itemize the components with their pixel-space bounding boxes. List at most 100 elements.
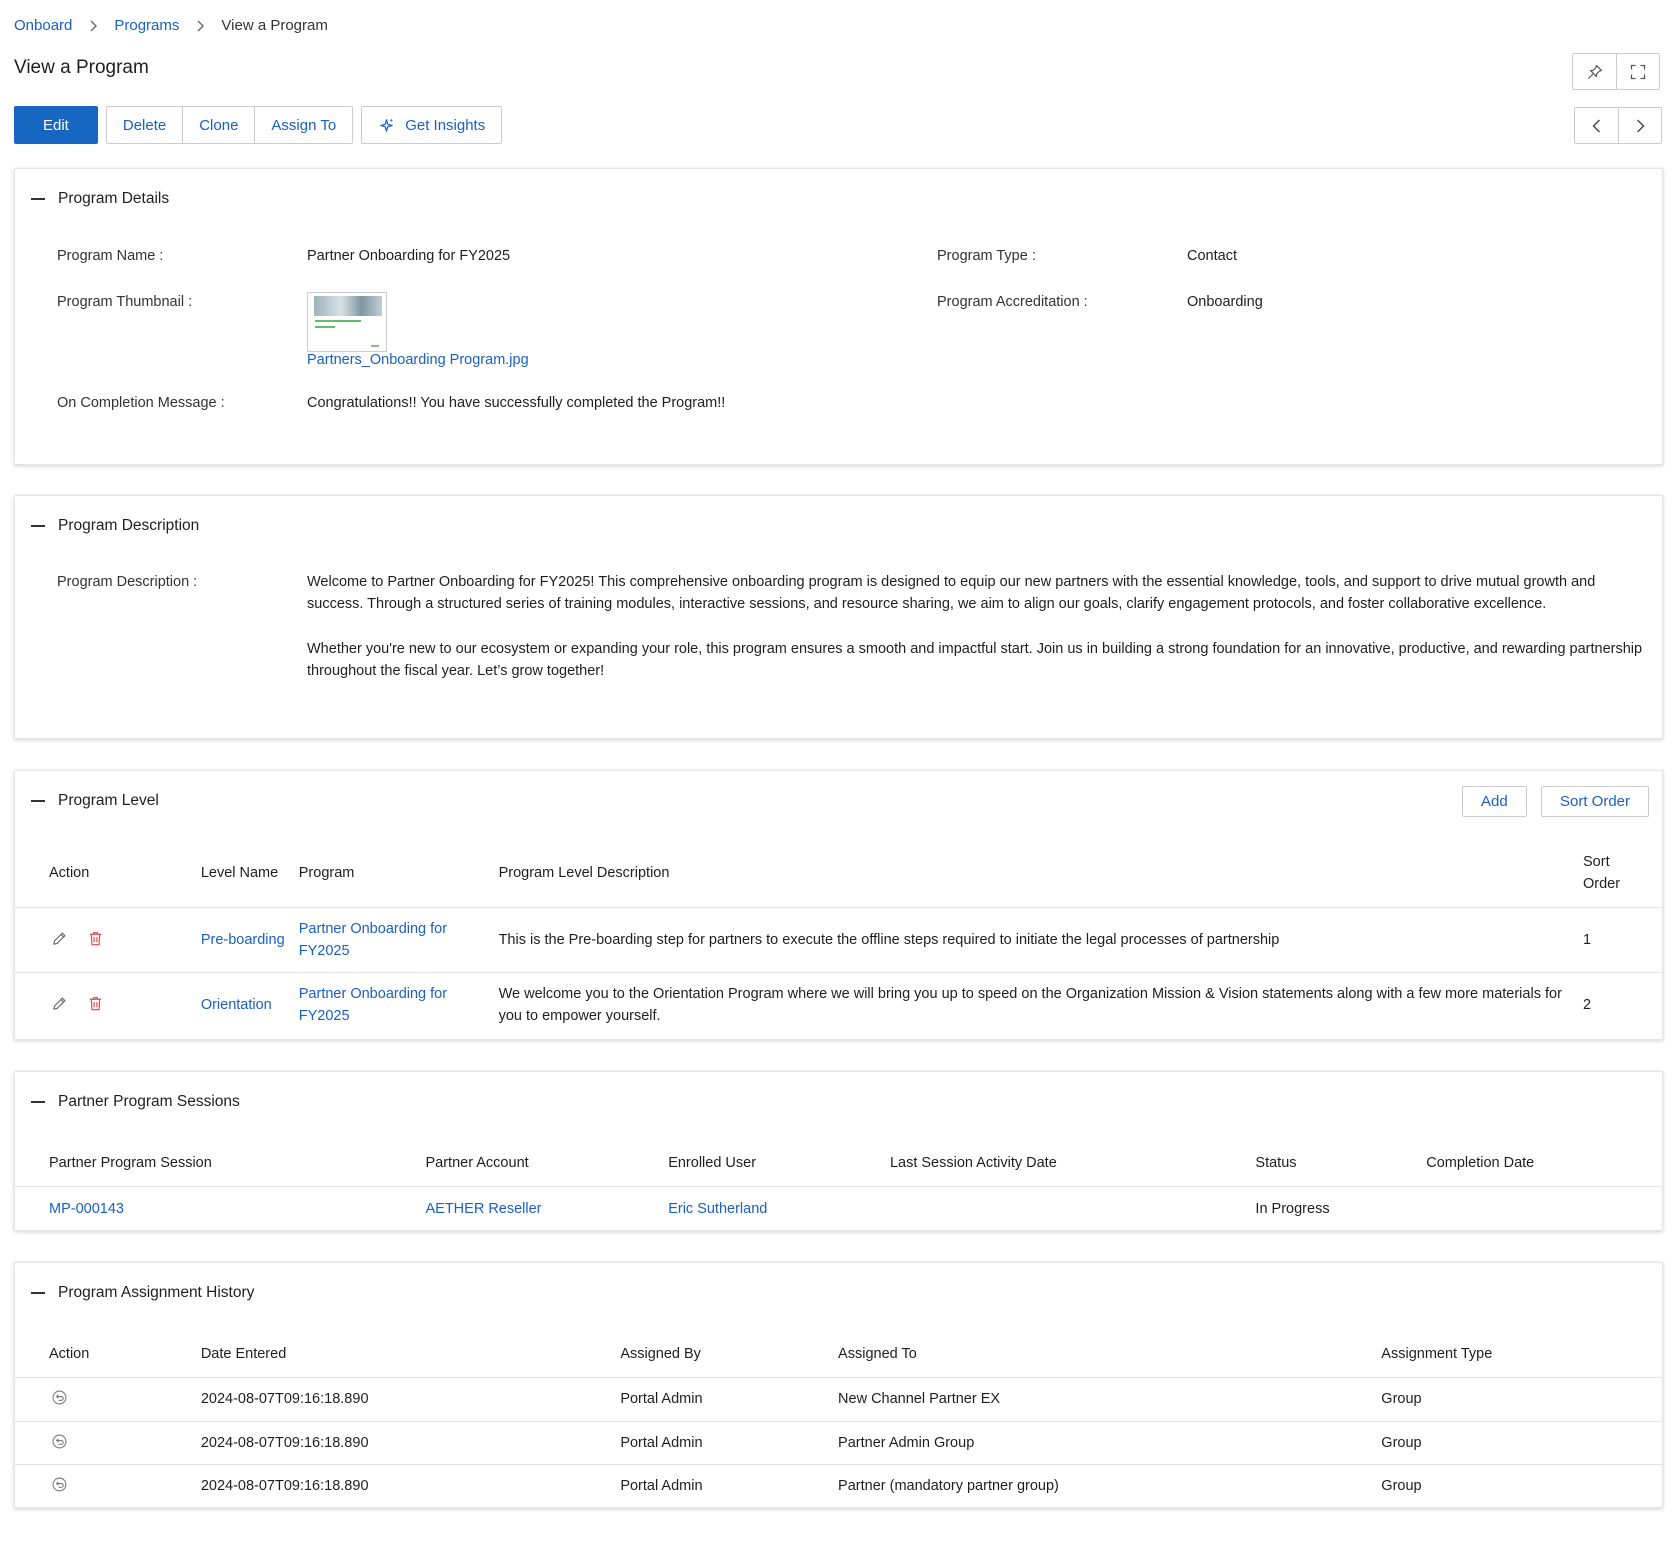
program-description-label: Program Description : [57,574,198,590]
breadcrumb-current: View a Program [221,17,328,34]
pencil-icon[interactable] [49,928,69,948]
breadcrumb-programs[interactable]: Programs [114,17,179,34]
column-header: Completion Date [1426,1154,1535,1171]
chevron-right-icon [72,20,114,32]
pencil-icon[interactable] [49,994,69,1014]
level-sort-order: 1 [1583,931,1592,948]
assigned-by: Portal Admin [620,1477,703,1494]
add-level-button[interactable]: Add [1462,786,1527,817]
edit-button[interactable]: Edit [14,106,98,144]
program-assignment-history-panel: Program Assignment History Action Date E… [14,1262,1663,1508]
description-paragraph: Whether you're new to our ecosystem or e… [307,640,1643,680]
panel-title: Program Details [58,190,170,207]
assigned-to: Partner Admin Group [838,1434,975,1451]
level-program-link[interactable]: Partner Onboarding for FY2025 [299,972,499,1037]
collapse-icon[interactable] [31,1292,45,1294]
column-header: Sort Order [1583,853,1621,892]
table-row: 2024-08-07T09:16:18.890 Portal Admin Par… [15,1421,1662,1464]
column-header: Partner Program Session [49,1154,212,1171]
panel-title: Partner Program Sessions [58,1093,240,1110]
assigned-to: Partner (mandatory partner group) [838,1477,1059,1494]
fullscreen-button[interactable] [1616,54,1659,89]
assigned-by: Portal Admin [620,1391,703,1407]
get-insights-button[interactable]: Get Insights [361,106,503,144]
level-description: We welcome you to the Orientation Progra… [498,985,1562,1024]
panel-title: Program Level [58,792,159,809]
chevron-right-icon [179,20,221,32]
row-actions [15,972,201,1037]
level-name-link[interactable]: Orientation [201,972,299,1037]
undo-icon[interactable] [49,1475,69,1495]
column-header: Date Entered [200,1345,287,1362]
last-activity-date [890,1186,1255,1231]
collapse-icon[interactable] [31,198,45,200]
row-actions [15,1464,201,1507]
fullscreen-icon [1630,64,1646,79]
level-name-link[interactable]: Pre-boarding [201,907,299,972]
undo-icon[interactable] [49,1431,69,1451]
action-button-group: Delete Clone Assign To [105,106,354,144]
clone-button[interactable]: Clone [182,107,254,143]
column-header: Last Session Activity Date [889,1154,1057,1171]
thumbnail-file-link[interactable]: Partners_Onboarding Program.jpg [307,352,529,368]
pin-button[interactable] [1573,54,1616,89]
column-header: Status [1255,1154,1297,1171]
column-header: Partner Account [425,1154,529,1171]
sessions-table: Partner Program Session Partner Account … [15,1140,1662,1231]
chevron-right-icon [1637,119,1645,132]
program-level-panel: Program Level Add Sort Order Action Leve… [14,770,1663,1040]
program-name-value: Partner Onboarding for FY2025 [307,248,511,264]
panel-header: Program Description [15,496,1662,556]
completion-date [1426,1186,1662,1231]
collapse-icon[interactable] [31,800,45,802]
date-entered: 2024-08-07T09:16:18.890 [200,1434,369,1451]
level-program-link[interactable]: Partner Onboarding for FY2025 [299,907,499,972]
sort-order-button[interactable]: Sort Order [1541,786,1650,817]
column-header: Assignment Type [1381,1345,1493,1362]
assign-to-button[interactable]: Assign To [254,107,352,143]
table-row: 2024-08-07T09:16:18.890 Portal Admin Par… [15,1464,1662,1507]
thumbnail-label: Program Thumbnail : [57,294,193,310]
column-header: Assigned To [838,1345,917,1362]
panel-header: Program Details [15,169,1662,229]
delete-button[interactable]: Delete [107,107,182,143]
trash-icon[interactable] [85,928,105,948]
column-header: Level Name [200,864,279,881]
sparkle-icon [380,117,394,132]
table-row: 2024-08-07T09:16:18.890 Portal Admin New… [15,1377,1662,1421]
column-header: Action [49,864,90,881]
collapse-icon[interactable] [31,1101,45,1103]
program-details-panel: Program Details Program Name : Partner O… [14,168,1663,465]
program-description-text: Welcome to Partner Onboarding for FY2025… [307,571,1647,683]
next-record-button[interactable] [1618,108,1661,143]
program-type-label: Program Type : [937,248,1036,264]
previous-record-button[interactable] [1575,108,1618,143]
column-header: Enrolled User [668,1154,757,1171]
accreditation-value: Onboarding [1187,294,1263,310]
table-row: Pre-boarding Partner Onboarding for FY20… [15,907,1662,972]
assignment-type: Group [1381,1434,1422,1451]
panel-title: Program Assignment History [58,1284,255,1301]
breadcrumb-onboard[interactable]: Onboard [14,17,72,34]
column-header: Assigned By [620,1345,701,1362]
action-toolbar: Edit Delete Clone Assign To Get Insights [14,106,503,144]
partner-program-sessions-panel: Partner Program Sessions Partner Program… [14,1071,1663,1231]
session-id-link[interactable]: MP-000143 [15,1186,425,1231]
partner-account-link[interactable]: AETHER Reseller [425,1186,668,1231]
undo-icon[interactable] [49,1388,69,1408]
program-level-table: Action Level Name Program Program Level … [15,839,1662,1037]
program-type-value: Contact [1187,248,1237,264]
assignment-history-table: Action Date Entered Assigned By Assigned… [15,1331,1662,1507]
assigned-to: New Channel Partner EX [838,1391,1001,1407]
level-description: This is the Pre-boarding step for partne… [498,931,1280,948]
panel-header: Partner Program Sessions [15,1072,1662,1132]
collapse-icon[interactable] [31,525,45,527]
table-row: Orientation Partner Onboarding for FY202… [15,972,1662,1037]
program-thumbnail-image[interactable] [307,292,387,352]
row-actions [15,907,201,972]
level-sort-order: 2 [1583,996,1592,1013]
assignment-type: Group [1381,1391,1422,1407]
trash-icon[interactable] [85,994,105,1014]
enrolled-user-link[interactable]: Eric Sutherland [668,1186,890,1231]
panel-title: Program Description [58,517,200,534]
